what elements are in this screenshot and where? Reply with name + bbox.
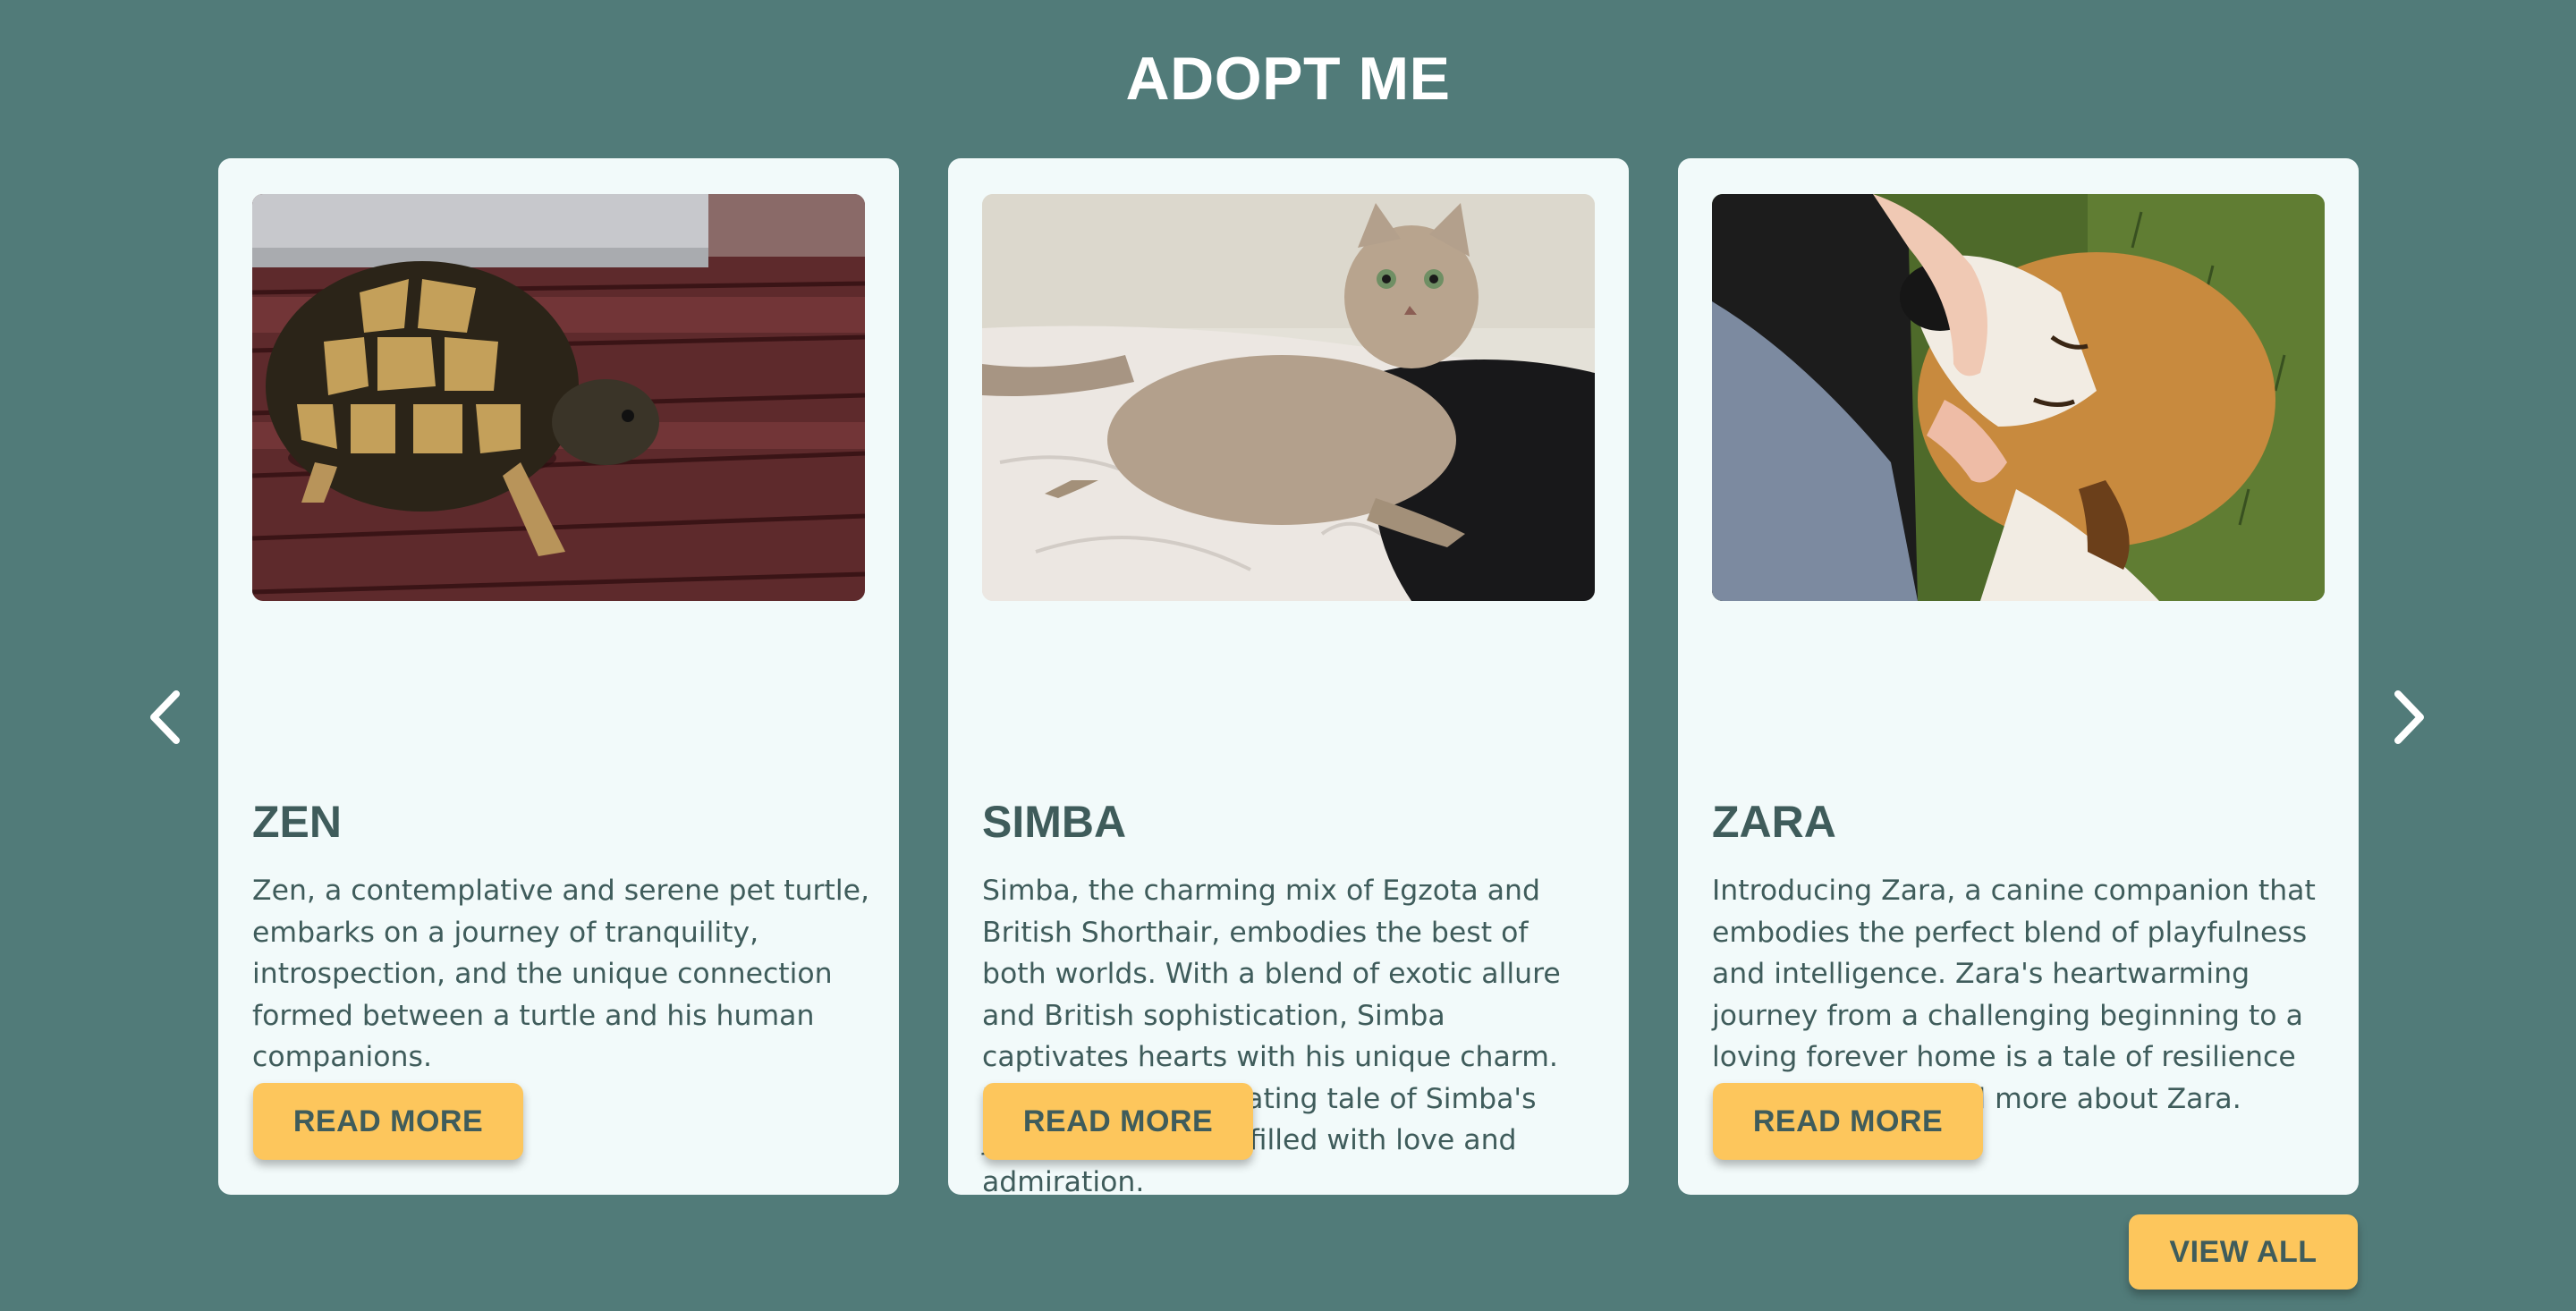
pet-photo — [982, 194, 1595, 601]
carousel-next-button[interactable] — [2374, 681, 2445, 753]
adopt-section: ADOPT ME ZEN Zen, a contemplative and se… — [0, 0, 2576, 1311]
read-more-button[interactable]: READ MORE — [253, 1083, 523, 1160]
pet-description: Zen, a contemplative and serene pet turt… — [252, 875, 869, 1073]
pet-card-zen: ZEN Zen, a contemplative and serene pet … — [218, 158, 899, 1195]
turtle-photo — [252, 194, 865, 601]
dog-photo — [1712, 194, 2325, 601]
pet-name: SIMBA — [982, 797, 1127, 847]
pet-card-zara: ZARA Introducing Zara, a canine companio… — [1678, 158, 2359, 1195]
pet-photo — [252, 194, 865, 601]
pet-card-simba: SIMBA Simba, the charming mix of Egzota … — [948, 158, 1629, 1198]
cat-photo — [982, 194, 1595, 601]
section-title: ADOPT ME — [1125, 45, 1451, 113]
pet-photo — [1712, 194, 2325, 601]
pet-name: ZARA — [1712, 797, 1836, 847]
chevron-left-icon — [150, 690, 180, 744]
read-more-button[interactable]: READ MORE — [983, 1083, 1253, 1160]
carousel-prev-button[interactable] — [129, 681, 200, 753]
chevron-right-icon — [2394, 690, 2424, 744]
pet-name: ZEN — [252, 797, 342, 847]
read-more-button[interactable]: READ MORE — [1713, 1083, 1983, 1160]
view-all-button[interactable]: VIEW ALL — [2129, 1214, 2358, 1290]
